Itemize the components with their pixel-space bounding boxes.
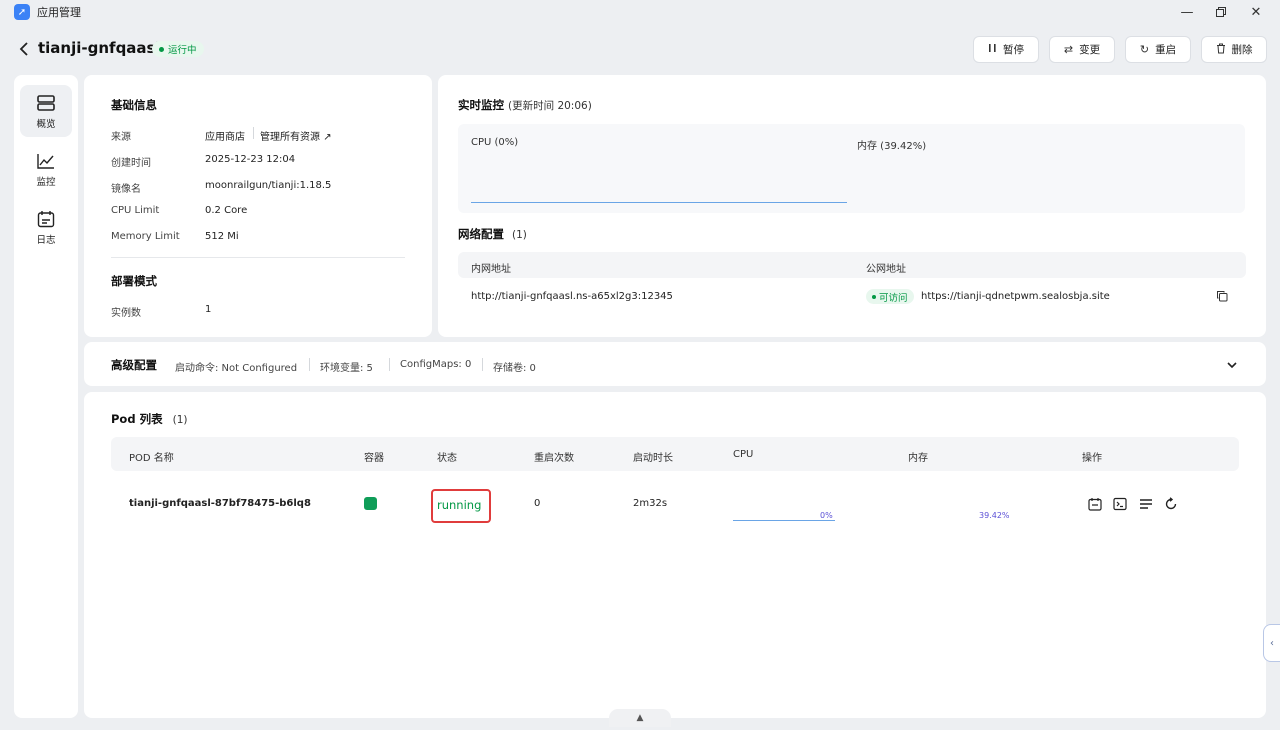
change-button[interactable]: ⇄ 变更 (1049, 36, 1115, 63)
public-address-link[interactable]: https://tianji-qdnetpwm.sealosbja.site (921, 291, 1110, 302)
nav-item-logs[interactable]: 日志 (20, 201, 72, 253)
source-value: 应用商店 (205, 132, 245, 143)
env-vars: 环境变量: 5 (320, 363, 373, 374)
replicas-label: 实例数 (111, 308, 141, 319)
restart-count: 0 (534, 498, 541, 509)
collapse-up-icon[interactable]: ▲ (609, 709, 671, 727)
realtime-monitor-title: 实时监控 (更新时间 20:06) (458, 98, 592, 112)
replicas-value: 1 (205, 304, 212, 315)
rocket-icon: ➚ (14, 4, 30, 20)
network-table-header: 内网地址 公网地址 (458, 252, 1246, 278)
image-label: 镜像名 (111, 184, 141, 195)
memory-limit-label: Memory Limit (111, 231, 180, 242)
monitor-updated-time: (更新时间 20:06) (508, 100, 592, 112)
cpu-chart-line (471, 202, 847, 203)
col-cpu: CPU (733, 449, 754, 460)
col-public-address: 公网地址 (866, 264, 906, 275)
back-arrow-icon[interactable] (14, 38, 34, 60)
cpu-limit-label: CPU Limit (111, 205, 160, 216)
cpu-sparkline (733, 520, 835, 521)
window-title: 应用管理 (37, 6, 81, 19)
col-pod-name: POD 名称 (129, 453, 174, 464)
side-nav: 概览 监控 日志 (14, 75, 78, 718)
swap-icon: ⇄ (1063, 43, 1074, 56)
status-dot-icon (872, 294, 876, 299)
delete-button[interactable]: 删除 (1201, 36, 1267, 63)
created-value: 2025-12-23 12:04 (205, 154, 296, 165)
pause-icon (988, 43, 997, 56)
minimize-icon[interactable]: — (1177, 2, 1197, 22)
deploy-mode-title: 部署模式 (111, 274, 157, 288)
restart-icon[interactable] (1163, 496, 1179, 512)
maximize-icon[interactable] (1211, 2, 1231, 22)
basic-info-title: 基础信息 (111, 98, 157, 112)
calendar-icon (36, 209, 56, 229)
terminal-icon[interactable] (1112, 496, 1128, 512)
network-config-title: 网络配置 (1) (458, 227, 527, 241)
col-actions: 操作 (1082, 453, 1102, 464)
nav-item-overview[interactable]: 概览 (20, 85, 72, 137)
source-label: 来源 (111, 132, 131, 143)
title-bar: ➚ 应用管理 — ✕ (0, 0, 1280, 24)
chevron-down-icon[interactable] (1224, 357, 1240, 373)
status-badge: 运行中 (152, 41, 204, 57)
pod-table-header (111, 437, 1239, 471)
col-status: 状态 (437, 453, 457, 464)
chevron-left-icon[interactable]: ‹ (1263, 624, 1280, 662)
manage-resources-link[interactable]: 管理所有资源 ↗ (260, 128, 332, 143)
cpu-limit-value: 0.2 Core (205, 205, 248, 216)
copy-icon[interactable] (1214, 288, 1230, 304)
page-title: tianji-gnfqaasl (38, 39, 161, 57)
cpu-monitor-label: CPU (0%) (471, 137, 519, 148)
pod-list-title: Pod 列表 (1) (111, 412, 188, 426)
memory-monitor-label: 内存 (39.42%) (857, 141, 927, 152)
divider (389, 358, 390, 371)
external-link-icon: ↗ (323, 132, 332, 143)
col-internal-address: 内网地址 (471, 264, 511, 275)
col-restarts: 重启次数 (534, 453, 574, 464)
monitor-panel (458, 124, 1245, 213)
uptime-value: 2m32s (633, 498, 668, 509)
configmaps-count: ConfigMaps: 0 (400, 359, 472, 370)
internal-address[interactable]: http://tianji-gnfqaasl.ns-a65xl2g3:12345 (471, 291, 673, 302)
restart-button[interactable]: ↻ 重启 (1125, 36, 1191, 63)
calendar-icon[interactable] (1087, 496, 1103, 512)
image-value: moonrailgun/tianji:1.18.5 (205, 180, 332, 191)
divider (309, 358, 310, 371)
memory-limit-value: 512 Mi (205, 231, 239, 242)
nav-item-monitor[interactable]: 监控 (20, 143, 72, 195)
pod-name: tianji-gnfqaasl-87bf78475-b6lq8 (129, 498, 311, 509)
restart-icon: ↻ (1139, 43, 1150, 56)
pod-status: running (437, 498, 482, 512)
startup-command: 启动命令: Not Configured (175, 363, 298, 374)
server-icon (36, 93, 56, 113)
created-label: 创建时间 (111, 158, 151, 169)
divider (253, 127, 254, 139)
status-dot-icon (159, 46, 164, 52)
accessible-badge: 可访问 (866, 289, 914, 304)
col-uptime: 启动时长 (633, 453, 673, 464)
pause-button[interactable]: 暂停 (973, 36, 1039, 63)
col-memory: 内存 (908, 453, 928, 464)
trash-icon (1216, 43, 1226, 57)
col-container: 容器 (364, 453, 384, 464)
cpu-percent: 0% (820, 511, 833, 520)
advanced-config-title: 高级配置 (111, 358, 157, 372)
close-icon[interactable]: ✕ (1246, 2, 1266, 22)
storage-volumes: 存储卷: 0 (493, 363, 536, 374)
section-divider (111, 257, 405, 258)
container-status-icon[interactable] (364, 497, 377, 510)
memory-percent: 39.42% (979, 511, 1010, 520)
list-icon[interactable] (1138, 496, 1154, 512)
line-chart-icon (36, 151, 56, 171)
divider (482, 358, 483, 371)
